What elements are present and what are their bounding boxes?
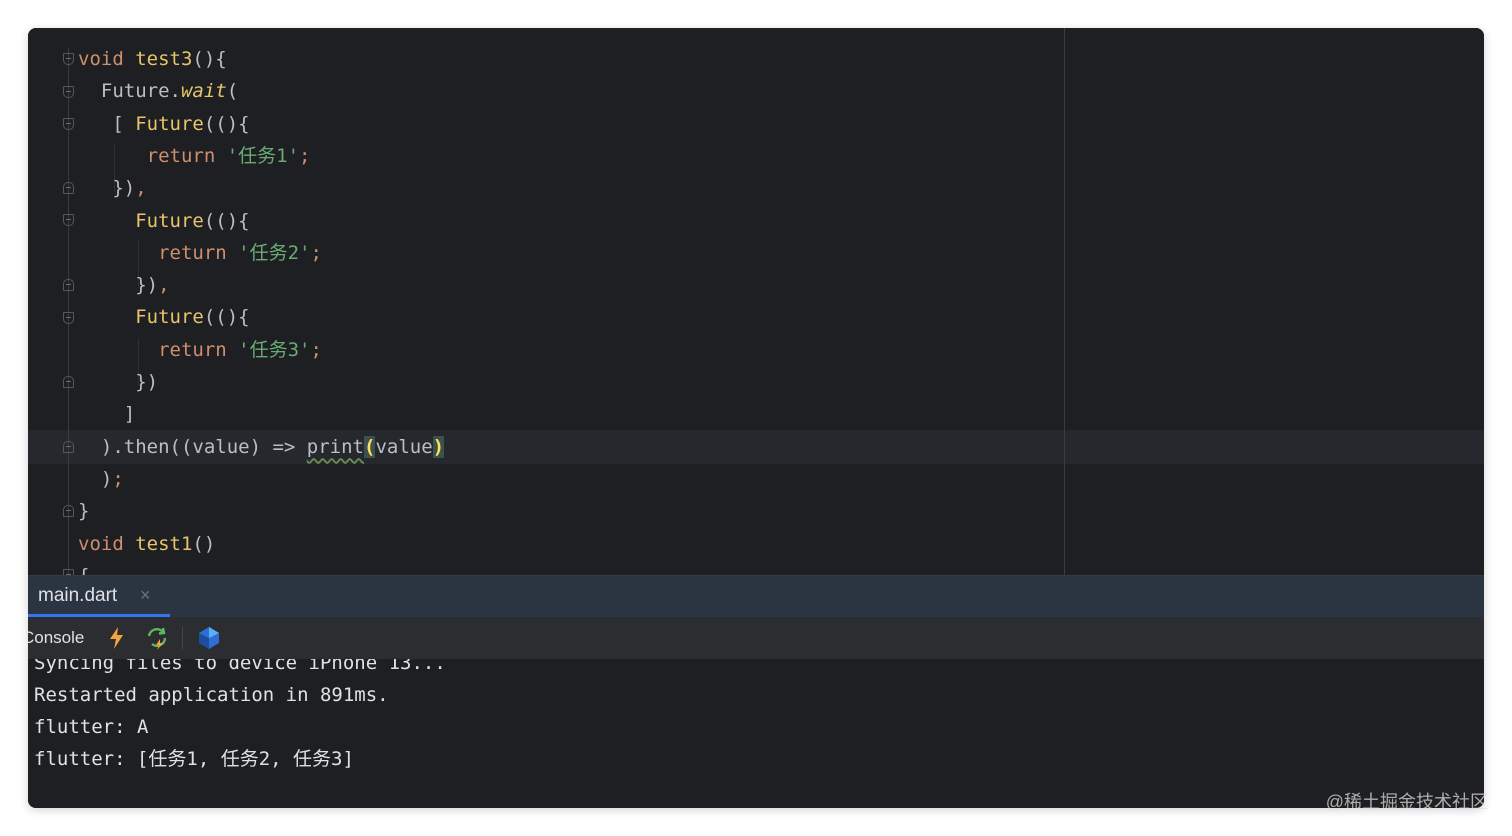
code-token: ; xyxy=(112,467,124,490)
code-line: return '任务3'; xyxy=(78,334,322,366)
watermark: @稀土掘金技术社区 xyxy=(1325,792,1488,812)
fold-marker-icon[interactable] xyxy=(63,182,74,194)
code-token: return xyxy=(78,241,239,264)
code-token: , xyxy=(135,177,147,200)
code-token: return xyxy=(78,144,227,167)
code-token: '任务1' xyxy=(226,144,300,167)
console-output[interactable]: Syncing files to device iPhone 13... Res… xyxy=(28,659,1484,808)
fold-marker-icon[interactable] xyxy=(63,53,74,65)
code-token: }) xyxy=(78,274,159,297)
tab-edge xyxy=(28,588,30,606)
code-editor[interactable]: void test3(){ Future.wait( [ Future((){ … xyxy=(28,28,1484,575)
code-line: Future((){ xyxy=(78,301,250,333)
hot-restart-icon[interactable] xyxy=(144,625,170,651)
code-line: } xyxy=(78,495,89,527)
code-token: }) xyxy=(78,371,159,393)
console-line: flutter: A xyxy=(34,716,149,738)
code-line: Future.wait( xyxy=(78,75,238,107)
code-token: value xyxy=(375,435,433,458)
code-token: void xyxy=(78,48,136,70)
code-line: Future((){ xyxy=(78,205,250,237)
console-line: flutter: [任务1, 任务2, 任务3] xyxy=(34,748,354,770)
code-token: ((){ xyxy=(203,306,250,329)
fold-marker-icon[interactable] xyxy=(63,118,74,130)
code-token: ; xyxy=(310,338,322,361)
code-line: }), xyxy=(78,172,147,204)
code-token: (){ xyxy=(192,48,227,70)
code-line: }), xyxy=(78,269,170,301)
code-token: ((){ xyxy=(203,112,250,135)
code-token: () xyxy=(192,532,216,555)
code-token: } xyxy=(78,500,90,523)
close-icon[interactable]: × xyxy=(140,585,151,606)
ide-window: void test3(){ Future.wait( [ Future((){ … xyxy=(28,28,1484,808)
code-token: Future xyxy=(78,209,204,232)
code-line: void test1() xyxy=(78,528,215,560)
toolbar-separator xyxy=(182,627,183,649)
tab-label: main.dart xyxy=(38,585,118,606)
fold-marker-icon[interactable] xyxy=(63,505,74,517)
code-token: '任务3' xyxy=(238,338,311,361)
code-token: Future. xyxy=(78,80,181,103)
hot-reload-icon[interactable] xyxy=(104,625,130,651)
code-token: ((){ xyxy=(203,209,250,232)
code-token: ) xyxy=(432,435,445,458)
right-margin-guide xyxy=(1064,28,1065,575)
code-token: ) xyxy=(78,467,113,490)
code-line: ] xyxy=(78,398,135,430)
code-token: return xyxy=(78,338,239,361)
code-token: }) xyxy=(78,177,136,200)
console-line: Syncing files to device iPhone 13... xyxy=(34,659,446,674)
code-token: { xyxy=(78,565,89,575)
code-token: ( xyxy=(226,80,239,103)
code-token: ] xyxy=(78,403,136,426)
tab-main-dart[interactable]: main.dart × xyxy=(28,576,170,618)
code-line: }) xyxy=(78,366,158,398)
code-token: ; xyxy=(310,241,322,264)
code-line: ).then((value) => print(value) xyxy=(78,431,445,463)
code-token: [ xyxy=(78,112,136,135)
code-token: , xyxy=(158,274,170,297)
code-token: Future xyxy=(78,306,204,329)
code-token: test1 xyxy=(135,532,193,555)
code-line: return '任务1'; xyxy=(78,140,311,172)
code-token: ( xyxy=(363,435,376,458)
code-line: ); xyxy=(78,463,124,495)
console-tab[interactable]: Console xyxy=(28,628,84,648)
code-token: ; xyxy=(299,144,311,167)
code-token: ).then((value) => xyxy=(78,435,307,458)
fold-marker-icon[interactable] xyxy=(63,312,74,324)
fold-marker-icon[interactable] xyxy=(63,441,74,453)
code-token: Future xyxy=(135,112,204,135)
console-line: Restarted application in 891ms. xyxy=(34,684,389,706)
code-token: wait xyxy=(180,80,227,103)
dart-devtools-icon[interactable] xyxy=(196,625,222,651)
fold-marker-icon[interactable] xyxy=(63,376,74,388)
code-token: '任务2' xyxy=(238,241,311,264)
fold-marker-icon[interactable] xyxy=(63,279,74,291)
run-toolbar: Console xyxy=(28,617,1484,660)
code-line: void test3(){ xyxy=(78,43,227,75)
code-line: { xyxy=(78,560,89,575)
fold-marker-icon[interactable] xyxy=(63,86,74,98)
code-token: void xyxy=(78,532,136,555)
fold-marker-icon[interactable] xyxy=(63,214,74,226)
code-line: [ Future((){ xyxy=(78,108,250,140)
code-line: return '任务2'; xyxy=(78,237,322,269)
code-token: test3 xyxy=(135,48,193,70)
editor-tab-bar: main.dart × xyxy=(28,575,1484,618)
code-token: print xyxy=(306,435,364,458)
